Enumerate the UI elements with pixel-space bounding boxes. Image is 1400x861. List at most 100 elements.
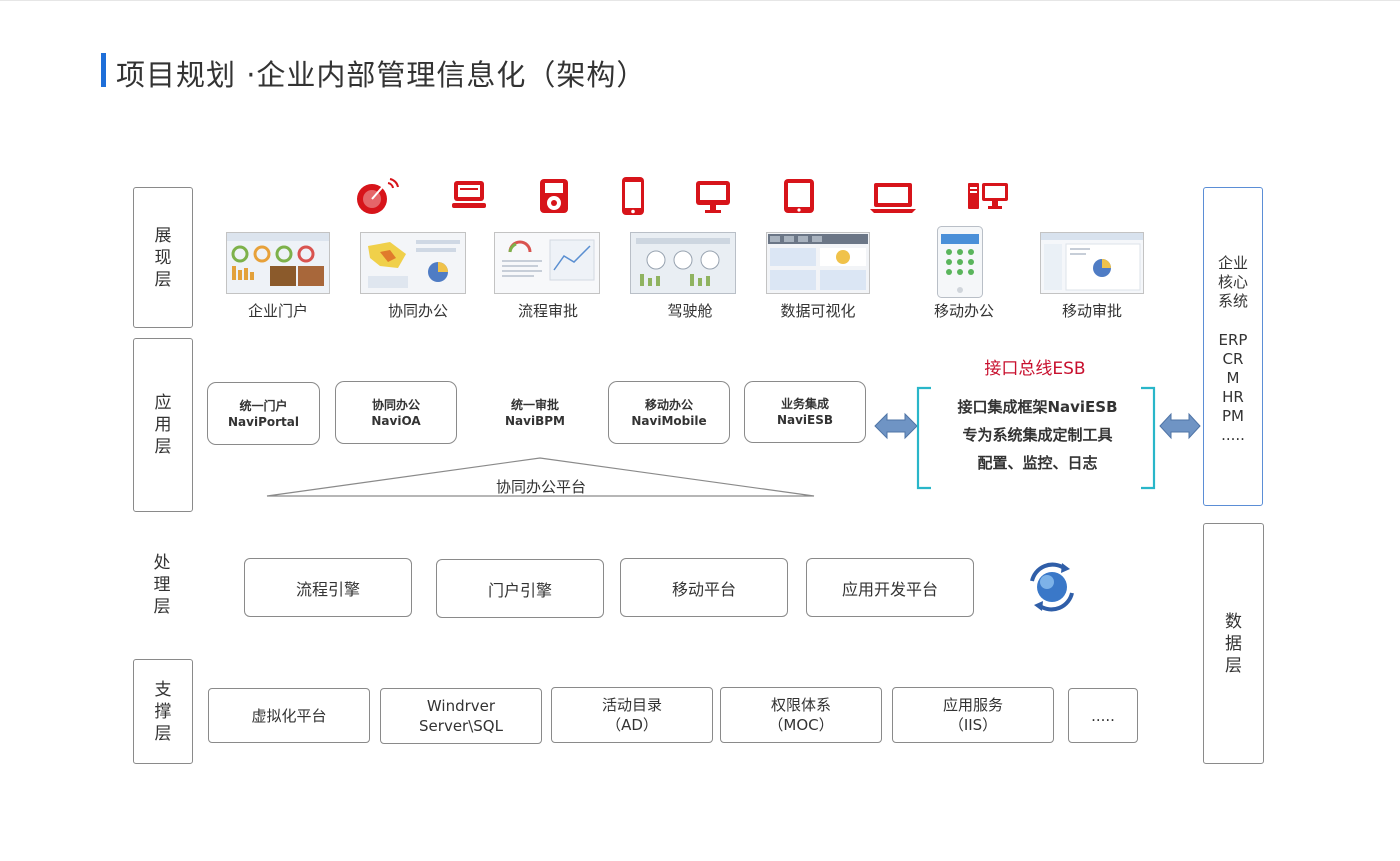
process-engine-box: 流程引擎 <box>244 558 412 617</box>
pc-monitor-icon <box>968 183 1008 209</box>
core-title-line: 企业 <box>1217 254 1248 272</box>
support-name: 应用服务 <box>942 696 1003 714</box>
platform-label: 协同办公平台 <box>495 478 586 496</box>
esb-description: 接口集成框架NaviESB 专为系统集成定制工具 配置、监控、日志 <box>935 393 1140 477</box>
cockpit-screenshot <box>630 232 736 294</box>
layer-char: 处 <box>153 553 171 573</box>
core-item: CR <box>1222 350 1244 368</box>
layer-char: 理 <box>153 575 171 595</box>
collab-screenshot <box>360 232 466 294</box>
core-item: PM <box>1222 407 1244 425</box>
layer-char: 层 <box>1225 655 1242 676</box>
app-product: NaviESB <box>776 413 834 427</box>
core-item: ERP <box>1218 331 1248 349</box>
mobile-approval-screenshot <box>1040 232 1144 294</box>
more-box: ..... <box>1068 688 1138 743</box>
app-product: NaviPortal <box>228 414 299 429</box>
app-product: NaviMobile <box>631 413 707 428</box>
app-oa-box: 协同办公 NaviOA <box>335 381 457 444</box>
portal-screenshot <box>226 232 330 294</box>
layer-char: 展 <box>154 225 172 246</box>
mobile-platform-box: 移动平台 <box>620 558 788 617</box>
globe-refresh-icon <box>1030 562 1074 612</box>
smartphone-icon <box>622 177 644 215</box>
app-bpm-box: 统一审批 NaviBPM <box>474 381 596 444</box>
presentation-label: 协同办公 <box>387 302 448 320</box>
portal-engine-box: 门户引擎 <box>436 559 604 618</box>
support-name: 虚拟化平台 <box>251 706 327 725</box>
layer-application: 应 用 层 <box>133 338 193 512</box>
presentation-label: 驾驶舱 <box>667 302 713 320</box>
right-double-arrow-icon <box>1159 412 1201 440</box>
mobile-office-screenshot <box>937 226 983 298</box>
layer-char: 层 <box>154 269 172 290</box>
layer-char: 层 <box>153 597 171 617</box>
app-name: 移动办公 <box>644 397 693 412</box>
virtualization-box: 虚拟化平台 <box>208 688 370 743</box>
layer-char: 数 <box>1225 611 1242 632</box>
support-name: 权限体系 <box>770 696 831 714</box>
support-name: 活动目录 <box>601 696 662 714</box>
esb-title: 接口总线ESB <box>984 359 1086 379</box>
title-accent-bar <box>101 53 106 87</box>
presentation-label: 企业门户 <box>247 302 308 320</box>
dev-platform-box: 应用开发平台 <box>806 558 974 617</box>
esb-line: 配置、监控、日志 <box>977 454 1098 472</box>
app-name: 协同办公 <box>371 397 420 412</box>
app-name: 统一门户 <box>239 398 288 413</box>
presentation-label: 数据可视化 <box>780 302 856 320</box>
page-title: 项目规划 ·企业内部管理信息化（架构） <box>116 58 647 92</box>
device-icons-row <box>357 177 1008 215</box>
layer-char: 支 <box>154 679 172 700</box>
presentation-label: 流程审批 <box>517 302 578 320</box>
app-name: 业务集成 <box>780 397 829 411</box>
esb-line: 专为系统集成定制工具 <box>962 426 1113 444</box>
media-player-icon <box>540 179 568 213</box>
app-portal-box: 统一门户 NaviPortal <box>207 382 320 445</box>
layer-char: 应 <box>154 393 172 413</box>
layer-presentation: 展 现 层 <box>133 187 193 328</box>
workflow-screenshot <box>494 232 600 294</box>
support-name: ..... <box>1091 706 1115 725</box>
desktop-icon <box>696 181 730 213</box>
top-divider <box>0 0 1400 1</box>
support-name: Windrver <box>426 697 496 715</box>
layer-processing: 处 理 层 <box>133 540 191 630</box>
core-title-line: 核心 <box>1217 273 1248 291</box>
app-mobile-box: 移动办公 NaviMobile <box>608 381 730 444</box>
layer-char: 现 <box>154 247 172 268</box>
data-layer-box: 数 据 层 <box>1203 523 1264 764</box>
laptop-icon <box>452 181 486 208</box>
presentation-label: 移动审批 <box>1061 302 1122 320</box>
layer-char: 用 <box>154 415 172 435</box>
layer-char: 层 <box>154 723 172 744</box>
core-title-line: 系统 <box>1217 292 1248 310</box>
core-item: ..... <box>1221 426 1245 444</box>
notebook-icon <box>870 183 916 213</box>
left-double-arrow-icon <box>874 412 918 440</box>
support-detail: Server\SQL <box>419 717 503 735</box>
app-esb-box: 业务集成 NaviESB <box>744 381 866 443</box>
app-product: NaviOA <box>371 413 421 428</box>
layer-support: 支 撑 层 <box>133 659 193 764</box>
core-item: HR <box>1222 388 1244 406</box>
tablet-icon <box>784 179 814 213</box>
layer-char: 层 <box>154 437 172 457</box>
app-name: 统一审批 <box>510 397 559 412</box>
presentation-label: 移动办公 <box>933 302 994 320</box>
permission-box: 权限体系 （MOC） <box>720 687 882 743</box>
dataviz-screenshot <box>766 232 870 294</box>
windows-server-box: Windrver Server\SQL <box>380 688 542 744</box>
layer-char: 撑 <box>154 701 172 722</box>
support-detail: （MOC） <box>768 716 834 734</box>
core-item: M <box>1226 369 1240 387</box>
satellite-dish-icon <box>357 178 399 214</box>
support-detail: （IIS） <box>948 716 998 734</box>
support-detail: （AD） <box>606 716 658 734</box>
esb-line: 接口集成框架NaviESB <box>957 398 1118 416</box>
active-directory-box: 活动目录 （AD） <box>551 687 713 743</box>
app-product: NaviBPM <box>505 413 565 428</box>
app-service-box: 应用服务 （IIS） <box>892 687 1054 743</box>
core-systems-box: 企业 核心 系统 ERP CR M HR PM ..... <box>1203 187 1263 506</box>
layer-char: 据 <box>1225 633 1242 654</box>
